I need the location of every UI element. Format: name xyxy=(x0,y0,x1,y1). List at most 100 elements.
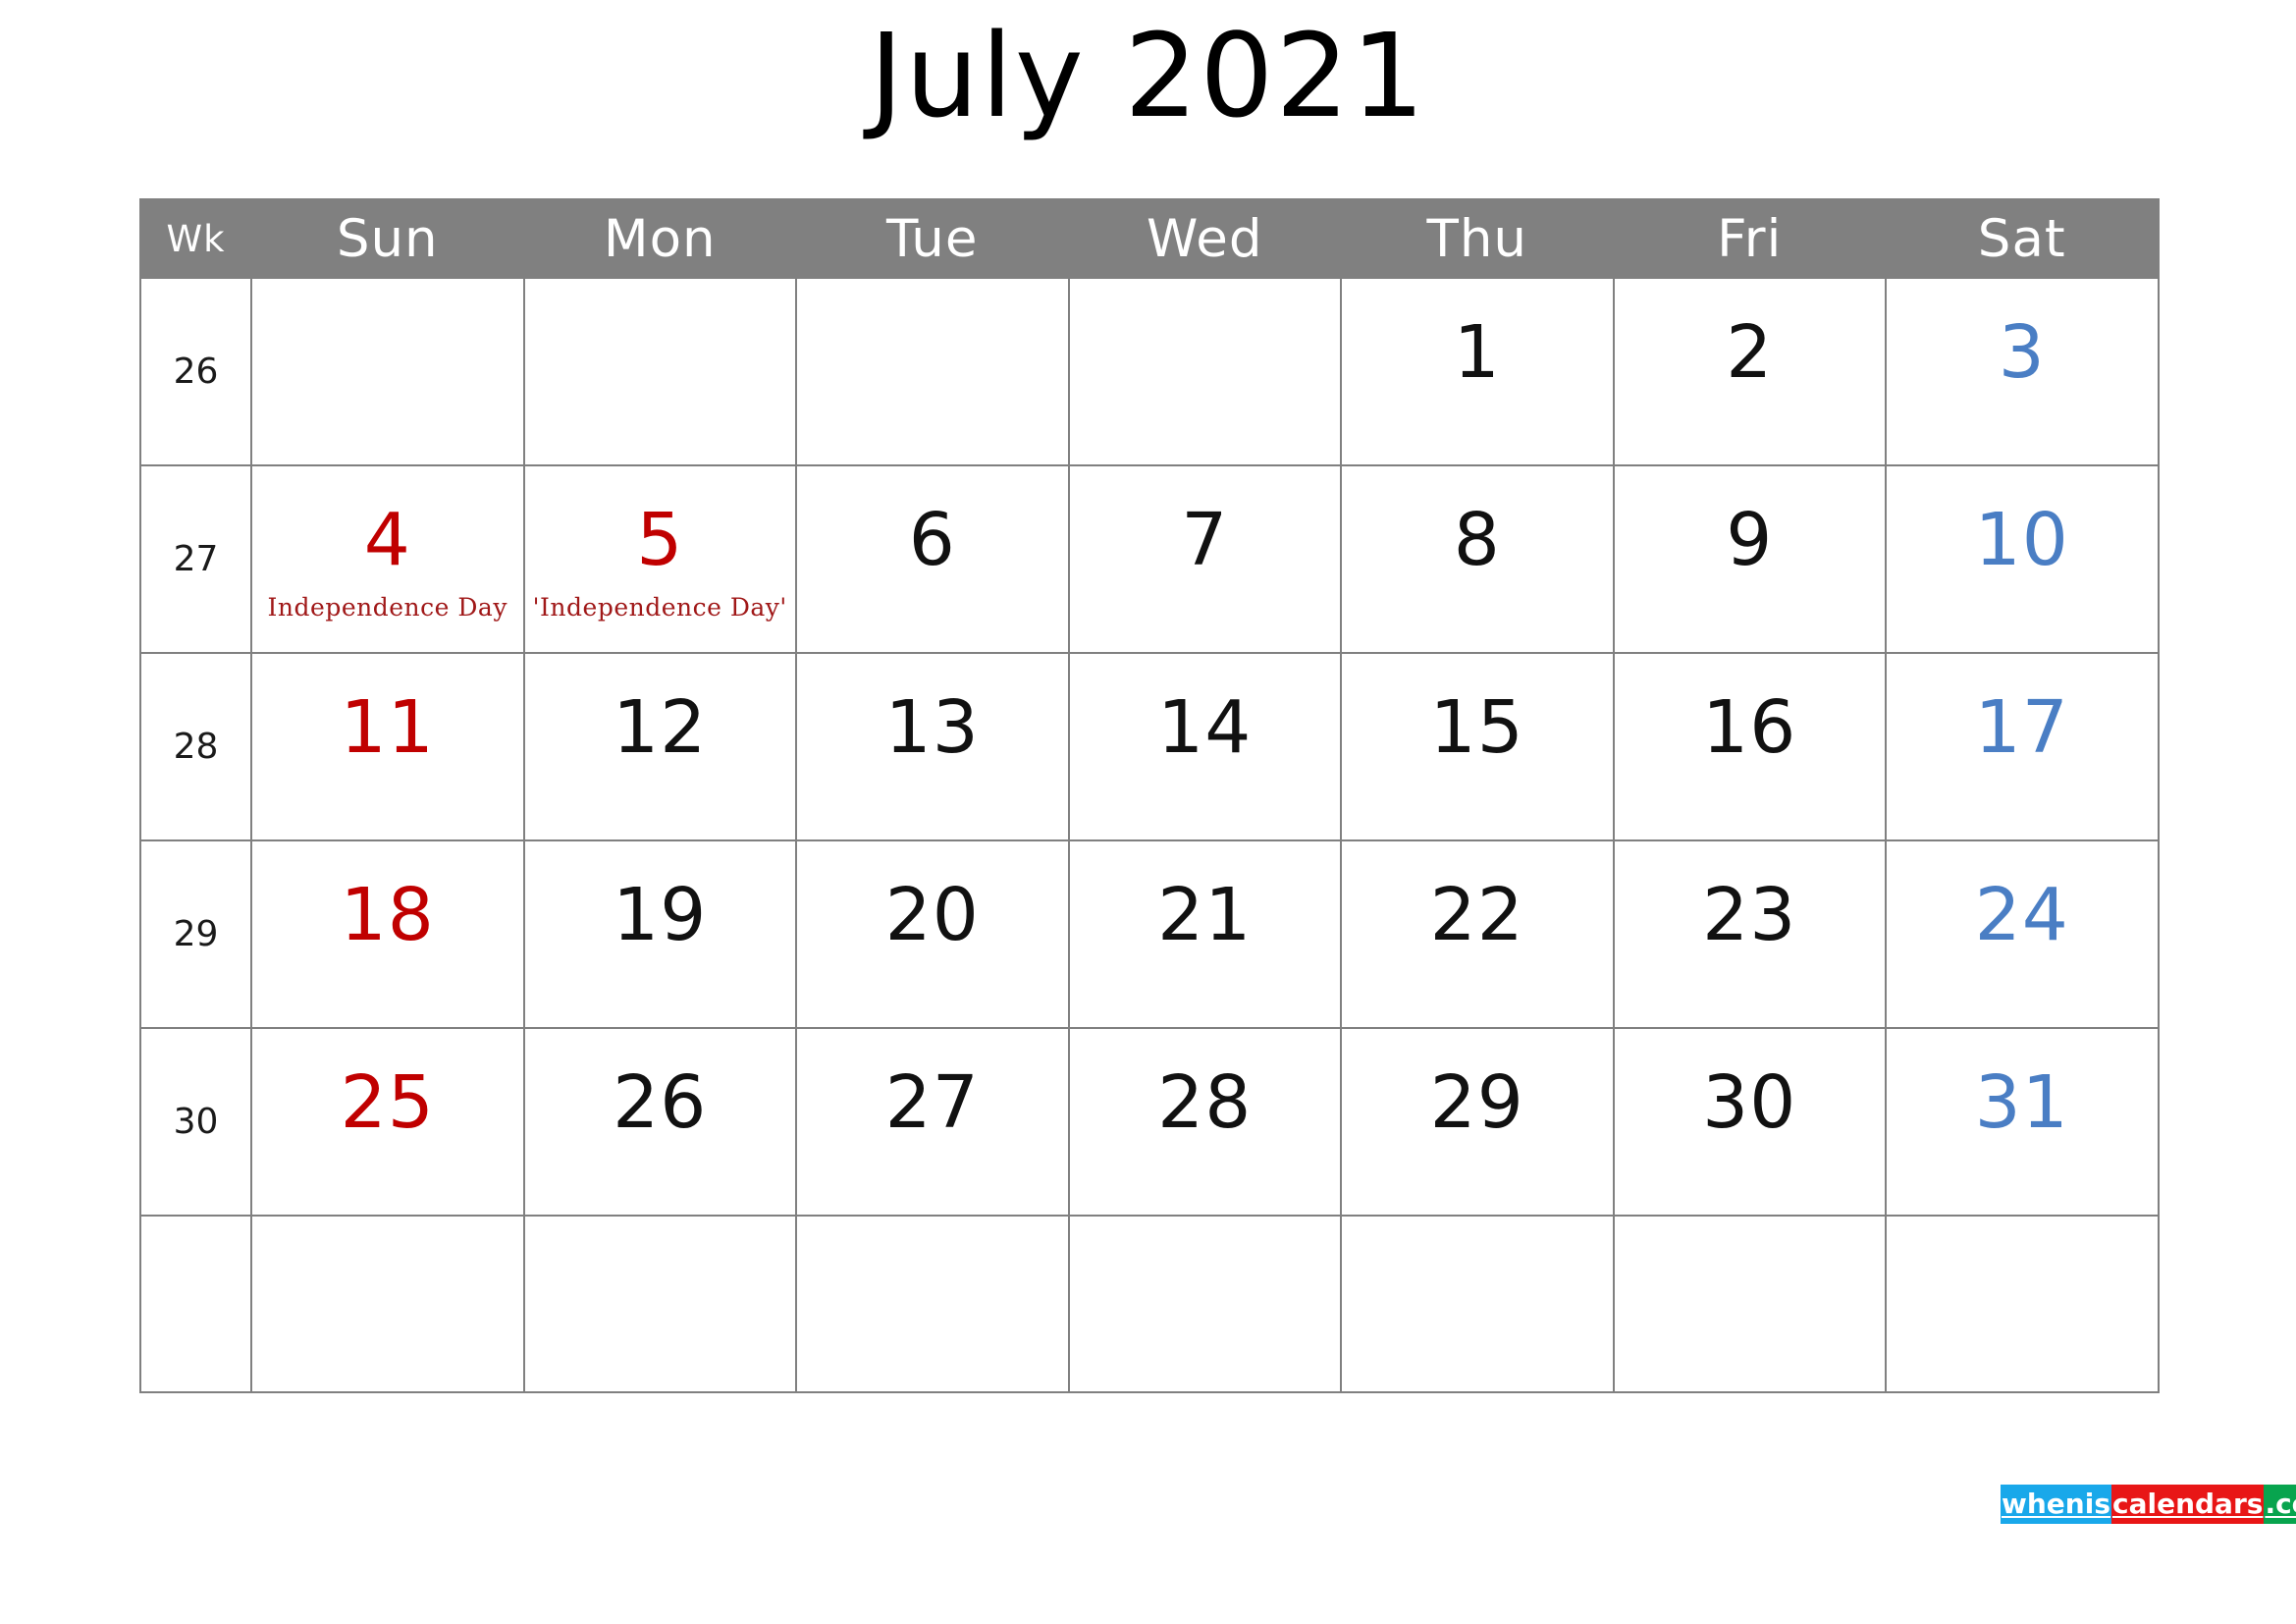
day-cell-thu[interactable] xyxy=(1340,1215,1615,1393)
day-cell-mon[interactable]: 12 xyxy=(522,652,797,841)
calendar-week-row: 28 11 12 13 14 15 16 17 xyxy=(139,652,2160,841)
day-cell-sat[interactable] xyxy=(1885,1215,2160,1393)
day-cell-fri[interactable]: 2 xyxy=(1612,277,1887,466)
day-number: 18 xyxy=(340,873,435,957)
calendar-header: Wk Sun Mon Tue Wed Thu Fri Sat xyxy=(139,198,2160,279)
header-day-sat: Sat xyxy=(1885,198,2160,279)
day-cell-wed[interactable]: 28 xyxy=(1067,1027,1342,1217)
day-cell-tue[interactable]: 13 xyxy=(795,652,1070,841)
week-number-cell: 28 xyxy=(139,652,252,841)
day-cell-sun[interactable] xyxy=(250,277,525,466)
day-cell-sat[interactable]: 17 xyxy=(1885,652,2160,841)
day-cell-fri[interactable]: 16 xyxy=(1612,652,1887,841)
day-number: 8 xyxy=(1453,498,1501,582)
day-number: 3 xyxy=(1998,310,2046,395)
calendar-week-row: 29 18 19 20 21 22 23 24 xyxy=(139,839,2160,1029)
day-number: 13 xyxy=(884,685,980,770)
day-cell-wed[interactable]: 14 xyxy=(1067,652,1342,841)
day-number: 12 xyxy=(613,685,708,770)
day-number xyxy=(525,1217,796,1254)
watermark-part-calendars: calendars xyxy=(2111,1485,2265,1524)
day-cell-wed[interactable] xyxy=(1067,1215,1342,1393)
day-cell-fri[interactable]: 23 xyxy=(1612,839,1887,1029)
day-cell-sun[interactable]: 18 xyxy=(250,839,525,1029)
calendar-week-row: 26 1 2 3 xyxy=(139,277,2160,466)
day-cell-sat[interactable]: 3 xyxy=(1885,277,2160,466)
day-cell-sun[interactable]: 11 xyxy=(250,652,525,841)
day-number xyxy=(797,279,1068,316)
calendar-body: 26 1 2 3 27 4 Independence Day 5 'Independence D… xyxy=(139,277,2160,1393)
day-cell-mon[interactable]: 5 'Independence Day' xyxy=(522,464,797,654)
day-cell-sun[interactable] xyxy=(250,1215,525,1393)
day-cell-thu[interactable]: 22 xyxy=(1340,839,1615,1029)
day-number xyxy=(1615,1217,1886,1254)
day-cell-wed[interactable]: 21 xyxy=(1067,839,1342,1029)
day-cell-tue[interactable] xyxy=(795,277,1070,466)
day-cell-thu[interactable]: 15 xyxy=(1340,652,1615,841)
day-cell-thu[interactable]: 8 xyxy=(1340,464,1615,654)
week-number-cell: 30 xyxy=(139,1027,252,1217)
day-cell-thu[interactable]: 1 xyxy=(1340,277,1615,466)
day-number: 26 xyxy=(613,1060,708,1145)
calendar-grid: Wk Sun Mon Tue Wed Thu Fri Sat 26 1 2 3 27 4 I… xyxy=(139,198,2160,1393)
day-number: 9 xyxy=(1726,498,1774,582)
day-cell-fri[interactable]: 30 xyxy=(1612,1027,1887,1217)
calendar-week-row xyxy=(139,1215,2160,1393)
day-number xyxy=(1070,1217,1341,1254)
header-week-label: Wk xyxy=(139,198,252,279)
day-number: 14 xyxy=(1157,685,1253,770)
day-cell-sun[interactable]: 4 Independence Day xyxy=(250,464,525,654)
day-cell-mon[interactable]: 26 xyxy=(522,1027,797,1217)
day-cell-sat[interactable]: 24 xyxy=(1885,839,2160,1029)
weekday-header-row: Wk Sun Mon Tue Wed Thu Fri Sat xyxy=(139,198,2160,279)
site-watermark[interactable]: wheniscalendars.com xyxy=(2001,1485,2296,1524)
day-number xyxy=(525,279,796,316)
day-number xyxy=(1070,279,1341,316)
holiday-label: 'Independence Day' xyxy=(532,593,787,622)
day-number: 24 xyxy=(1974,873,2069,957)
day-number: 7 xyxy=(1181,498,1229,582)
day-cell-sat[interactable]: 10 xyxy=(1885,464,2160,654)
day-cell-wed[interactable] xyxy=(1067,277,1342,466)
header-day-thu: Thu xyxy=(1340,198,1615,279)
day-number xyxy=(252,279,523,316)
day-number: 22 xyxy=(1429,873,1524,957)
day-number: 25 xyxy=(340,1060,435,1145)
header-day-tue: Tue xyxy=(795,198,1070,279)
day-number xyxy=(1887,1217,2158,1254)
day-cell-sun[interactable]: 25 xyxy=(250,1027,525,1217)
day-cell-thu[interactable]: 29 xyxy=(1340,1027,1615,1217)
week-number-cell xyxy=(139,1215,252,1393)
day-cell-mon[interactable] xyxy=(522,277,797,466)
day-cell-mon[interactable]: 19 xyxy=(522,839,797,1029)
holiday-label: Independence Day xyxy=(267,593,507,622)
day-cell-tue[interactable] xyxy=(795,1215,1070,1393)
day-number: 1 xyxy=(1453,310,1501,395)
day-cell-sat[interactable]: 31 xyxy=(1885,1027,2160,1217)
day-cell-fri[interactable]: 9 xyxy=(1612,464,1887,654)
day-number: 23 xyxy=(1702,873,1797,957)
day-cell-wed[interactable]: 7 xyxy=(1067,464,1342,654)
day-number: 31 xyxy=(1974,1060,2069,1145)
day-number: 6 xyxy=(908,498,956,582)
day-number: 30 xyxy=(1702,1060,1797,1145)
day-cell-tue[interactable]: 6 xyxy=(795,464,1070,654)
watermark-part-com: .com xyxy=(2264,1485,2296,1524)
page-title: July 2021 xyxy=(869,8,1427,143)
day-number: 5 xyxy=(636,498,684,582)
week-number-cell: 29 xyxy=(139,839,252,1029)
calendar-week-row: 27 4 Independence Day 5 'Independence Day' 6 7… xyxy=(139,464,2160,654)
day-number xyxy=(1342,1217,1613,1254)
day-number: 2 xyxy=(1726,310,1774,395)
day-cell-tue[interactable]: 27 xyxy=(795,1027,1070,1217)
day-number xyxy=(252,1217,523,1254)
day-cell-fri[interactable] xyxy=(1612,1215,1887,1393)
day-cell-tue[interactable]: 20 xyxy=(795,839,1070,1029)
day-number: 27 xyxy=(884,1060,980,1145)
day-number: 11 xyxy=(340,685,435,770)
day-number: 17 xyxy=(1974,685,2069,770)
day-cell-mon[interactable] xyxy=(522,1215,797,1393)
header-day-wed: Wed xyxy=(1067,198,1342,279)
header-day-fri: Fri xyxy=(1612,198,1887,279)
day-number: 10 xyxy=(1974,498,2069,582)
